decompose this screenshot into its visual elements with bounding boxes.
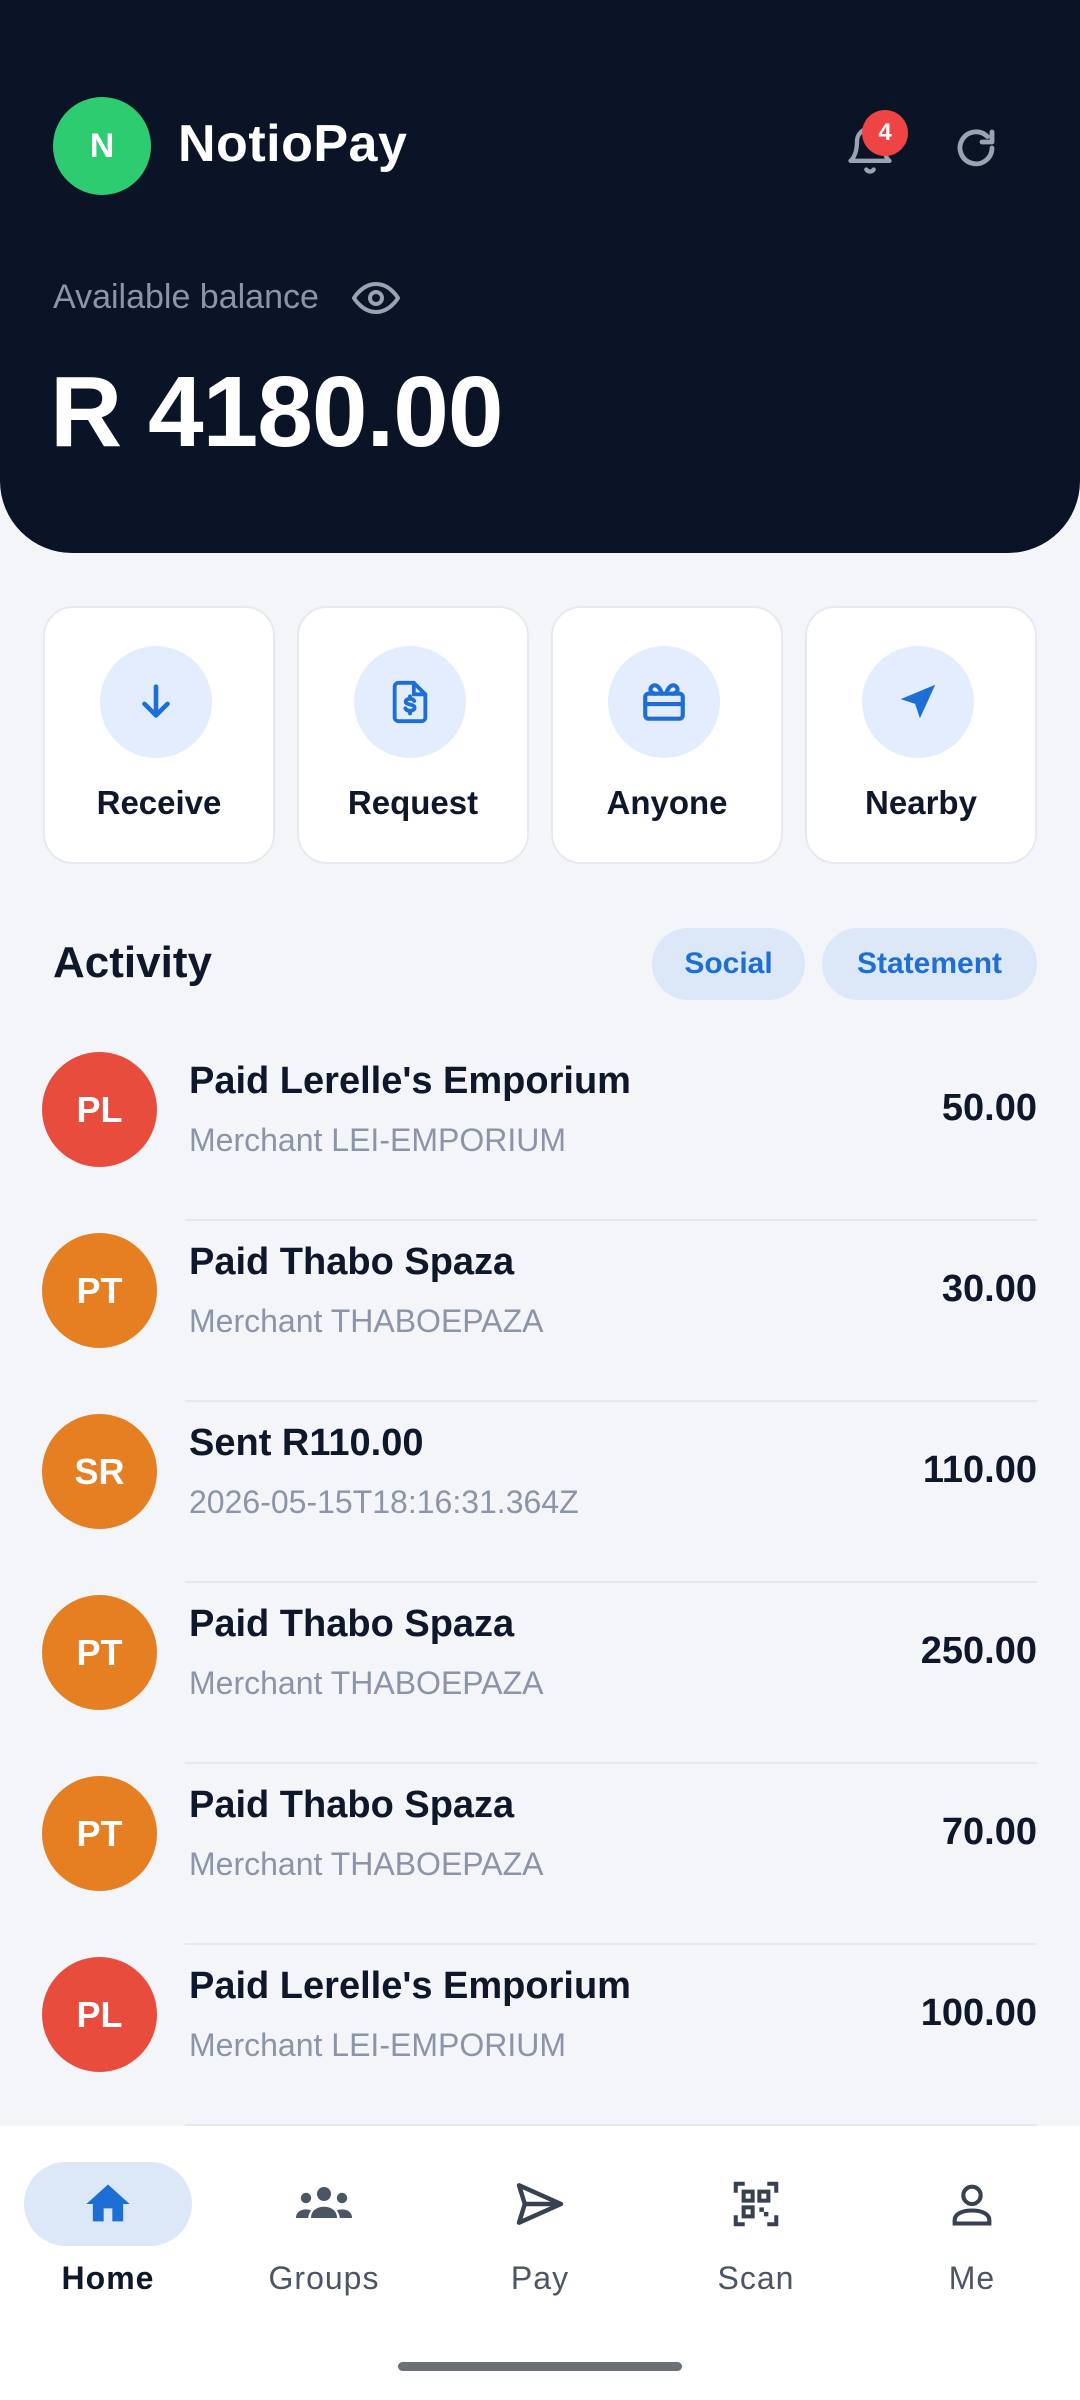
transaction-avatar: PL [42, 1052, 157, 1167]
receive-button[interactable]: Receive [43, 606, 275, 864]
nav-home-indicator [24, 2162, 192, 2246]
balance-amount: R 4180.00 [50, 356, 503, 468]
nav-me-icon-wrap [888, 2162, 1056, 2246]
transaction-row[interactable]: PT Paid Thabo Spaza Merchant THABOEPAZA … [0, 1764, 1080, 1945]
nav-groups-icon-wrap [240, 2162, 408, 2246]
arrow-down-icon [142, 684, 170, 718]
notification-badge: 4 [862, 110, 908, 156]
transaction-title: Paid Thabo Spaza [189, 1784, 515, 1826]
transaction-title: Sent R110.00 [189, 1422, 424, 1464]
nav-me[interactable]: Me [887, 2162, 1057, 2296]
transaction-title: Paid Thabo Spaza [189, 1603, 515, 1645]
gift-card-icon [643, 683, 685, 721]
transaction-subtitle: 2026-05-15T18:16:31.364Z [189, 1484, 579, 1520]
transaction-avatar: PL [42, 1957, 157, 2072]
nav-scan-icon-wrap [672, 2162, 840, 2246]
profile-avatar[interactable]: N [53, 97, 151, 195]
send-icon [516, 2183, 564, 2225]
transaction-avatar: PT [42, 1595, 157, 1710]
transaction-row[interactable]: SR Sent R110.00 2026-05-15T18:16:31.364Z… [0, 1402, 1080, 1583]
transaction-amount: 70.00 [941, 1811, 1037, 1853]
refresh-button[interactable] [946, 118, 1006, 178]
transaction-amount: 50.00 [941, 1087, 1037, 1129]
navigation-arrow-icon [900, 684, 936, 719]
transaction-subtitle: Merchant LEI-EMPORIUM [189, 2027, 566, 2063]
transaction-avatar: PT [42, 1776, 157, 1891]
bottom-navigation: Home Groups Pay Scan Me [0, 2126, 1080, 2400]
groups-icon [296, 2187, 352, 2218]
refresh-icon [957, 129, 995, 167]
statement-tab[interactable]: Statement [822, 928, 1037, 1000]
app-title: NotioPay [178, 115, 408, 173]
activity-title: Activity [53, 938, 212, 987]
nav-pay-icon-wrap [456, 2162, 624, 2246]
transaction-row[interactable]: PT Paid Thabo Spaza Merchant THABOEPAZA … [0, 1221, 1080, 1402]
nav-pay[interactable]: Pay [455, 2162, 625, 2296]
request-label: Request [347, 784, 479, 821]
transaction-avatar: PT [42, 1233, 157, 1348]
nearby-button[interactable]: Nearby [805, 606, 1037, 864]
nav-scan[interactable]: Scan [671, 2162, 841, 2296]
toggle-balance-visibility[interactable] [352, 274, 400, 322]
transaction-title: Paid Lerelle's Emporium [189, 1060, 631, 1102]
nav-pay-label: Pay [510, 2260, 570, 2296]
transaction-amount: 30.00 [941, 1268, 1037, 1310]
transaction-subtitle: Merchant THABOEPAZA [189, 1846, 544, 1882]
request-icon-circle [354, 646, 466, 758]
transaction-amount: 110.00 [922, 1449, 1037, 1491]
home-indicator-bar [398, 2362, 682, 2371]
nav-home-label: Home [61, 2260, 155, 2296]
anyone-button[interactable]: Anyone [551, 606, 783, 864]
balance-label: Available balance [53, 278, 319, 316]
transaction-row[interactable]: PL Paid Lerelle's Emporium Merchant LEI-… [0, 1945, 1080, 2126]
transaction-title: Paid Thabo Spaza [189, 1241, 515, 1283]
transaction-row[interactable]: PL Paid Lerelle's Emporium Merchant LEI-… [0, 1040, 1080, 1221]
anyone-icon-circle [608, 646, 720, 758]
qr-scan-icon [733, 2181, 779, 2227]
receive-icon-circle [100, 646, 212, 758]
receive-label: Receive [96, 784, 222, 821]
balance-header: N NotioPay 4 Available balance R 4180.00 [0, 0, 1080, 553]
quick-actions: Receive Request Anyone Nearby [43, 606, 1037, 866]
person-icon [952, 2184, 992, 2226]
transaction-subtitle: Merchant LEI-EMPORIUM [189, 1122, 566, 1158]
nav-home[interactable]: Home [23, 2162, 193, 2296]
nav-me-label: Me [948, 2260, 996, 2296]
transaction-avatar: SR [42, 1414, 157, 1529]
transaction-subtitle: Merchant THABOEPAZA [189, 1665, 544, 1701]
social-tab[interactable]: Social [652, 928, 805, 1000]
transaction-subtitle: Merchant THABOEPAZA [189, 1303, 544, 1339]
nearby-label: Nearby [865, 784, 977, 821]
nav-groups[interactable]: Groups [239, 2162, 409, 2296]
nav-groups-label: Groups [268, 2260, 380, 2296]
home-icon [86, 2184, 130, 2222]
nearby-icon-circle [862, 646, 974, 758]
transaction-title: Paid Lerelle's Emporium [189, 1965, 631, 2007]
transaction-row[interactable]: PT Paid Thabo Spaza Merchant THABOEPAZA … [0, 1583, 1080, 1764]
request-button[interactable]: Request [297, 606, 529, 864]
transaction-list: PL Paid Lerelle's Emporium Merchant LEI-… [0, 1040, 1080, 2126]
transaction-amount: 100.00 [920, 1992, 1037, 2034]
eye-icon [352, 282, 400, 314]
transaction-amount: 250.00 [920, 1630, 1037, 1672]
invoice-dollar-icon [392, 680, 428, 724]
anyone-label: Anyone [606, 784, 728, 821]
nav-scan-label: Scan [717, 2260, 795, 2296]
